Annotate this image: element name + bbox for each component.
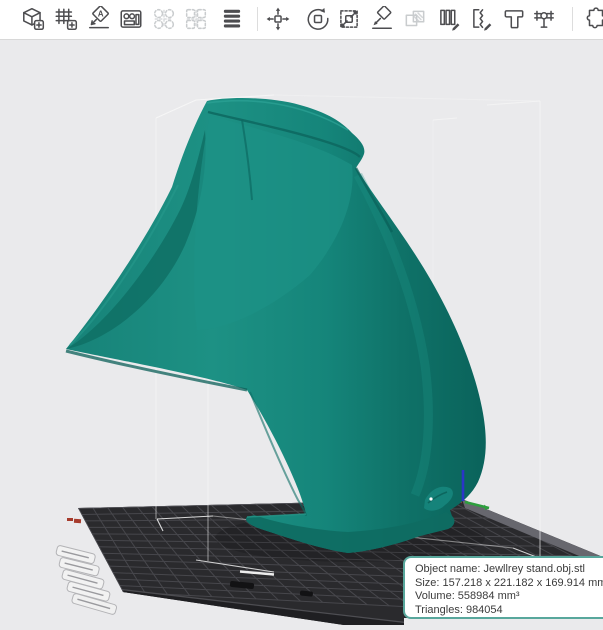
diamond-a-icon: A (89, 6, 109, 29)
toolbar-separator (572, 7, 573, 31)
move-arrows-icon (266, 7, 290, 31)
add-plate-button[interactable] (51, 4, 81, 34)
grid-plus-icon (55, 8, 78, 31)
info-triangles: Triangles: 984054 (415, 603, 503, 616)
paint-stripes-icon (440, 9, 460, 31)
toolbar-separator (257, 7, 258, 31)
main-toolbar: A (0, 0, 603, 40)
auto-orient-button[interactable]: A (84, 4, 114, 34)
bed-corner-mark (67, 518, 82, 524)
cut-squares-icon (405, 10, 425, 27)
move-button[interactable] (263, 4, 293, 34)
rotate-button[interactable] (303, 4, 333, 34)
arrange-icon (120, 10, 142, 28)
fragment-highlight (429, 497, 433, 501)
info-volume: Volume: 558984 mm³ (415, 590, 520, 603)
arrange-button[interactable] (116, 4, 146, 34)
split-to-objects-button[interactable] (149, 4, 179, 34)
split-circles-icon (153, 8, 175, 30)
support-painting-button[interactable] (499, 4, 529, 34)
scale-button[interactable] (334, 4, 364, 34)
info-object-name: Object name: Jewllrey stand.obj.stl (415, 563, 585, 575)
seam-painting-button[interactable] (467, 4, 497, 34)
assembly-button[interactable] (581, 4, 603, 34)
lay-on-face-button[interactable] (367, 4, 397, 34)
split-squares-icon (185, 8, 207, 30)
scene-canvas[interactable] (0, 40, 603, 630)
rotate-arrow-icon (307, 7, 329, 30)
cut-button[interactable] (400, 4, 430, 34)
svg-text:A: A (98, 10, 104, 19)
measure-button[interactable] (529, 4, 559, 34)
split-to-parts-button[interactable] (181, 4, 211, 34)
paint-seam-icon (473, 9, 492, 31)
model-jewelry-stand[interactable] (65, 98, 486, 553)
variable-layer-height-button[interactable] (217, 4, 247, 34)
scale-arrows-icon (340, 10, 358, 28)
caliper-icon (534, 10, 554, 28)
support-t-icon (504, 10, 524, 29)
object-info-box: Object name: Jewllrey stand.obj.stl Size… (403, 556, 603, 619)
puzzle-icon (586, 7, 603, 29)
color-painting-button[interactable] (434, 4, 464, 34)
info-size: Size: 157.218 x 221.182 x 169.914 mm (415, 576, 603, 589)
layers-icon (223, 9, 241, 28)
viewport-3d[interactable] (0, 40, 603, 630)
add-object-button[interactable] (18, 4, 48, 34)
lay-flat-icon (372, 6, 392, 29)
slicer-window: { "toolbar": { "background": "#ffffff", … (0, 0, 603, 630)
cube-plus-icon (23, 7, 45, 31)
